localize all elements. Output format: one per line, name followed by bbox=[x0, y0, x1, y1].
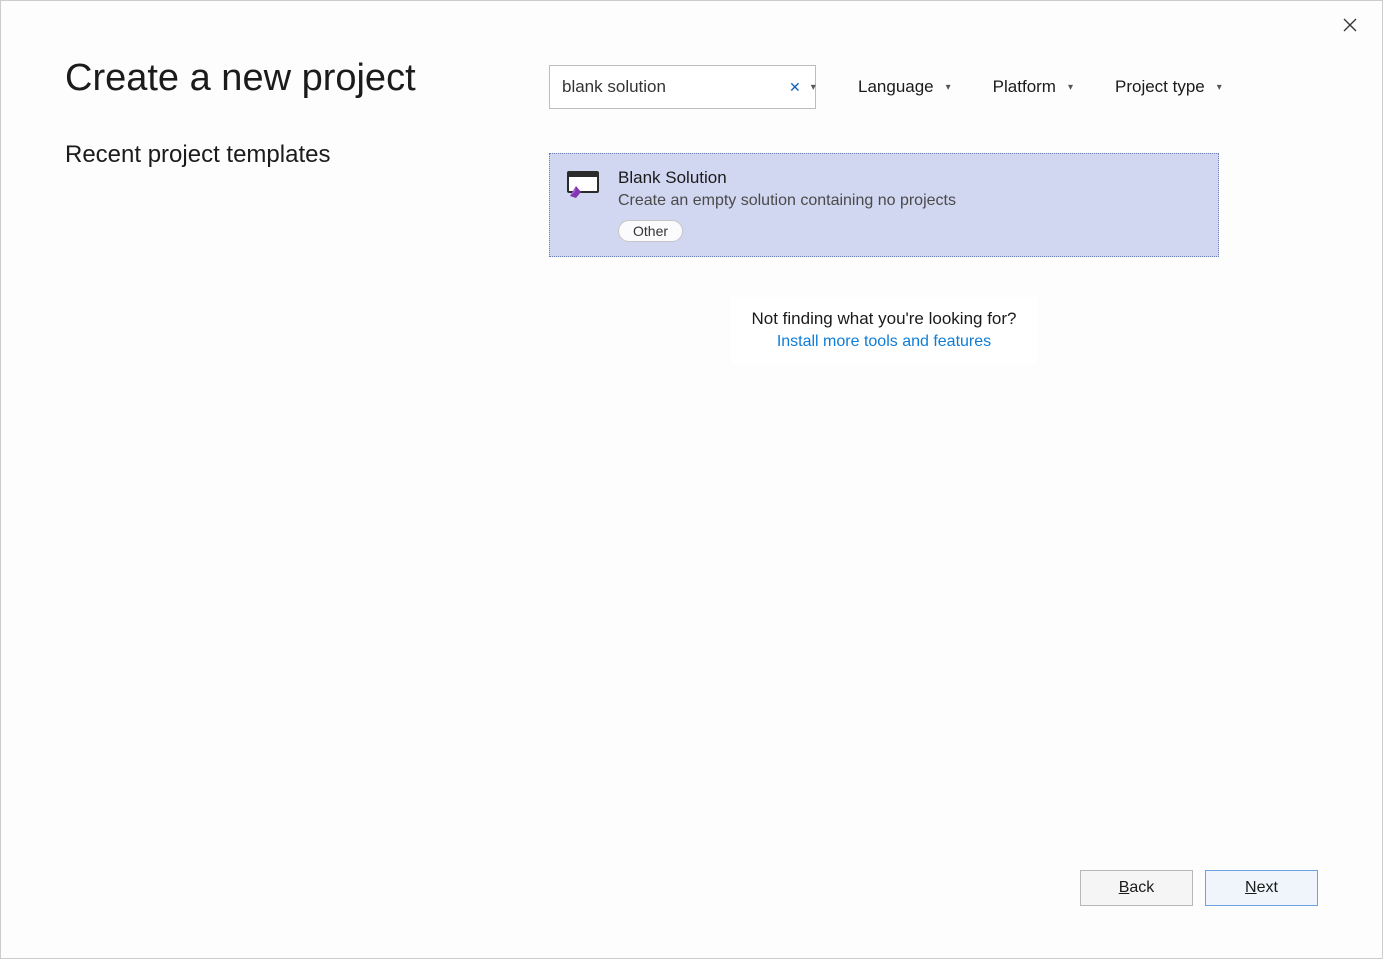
template-body: Blank Solution Create an empty solution … bbox=[618, 168, 1202, 242]
next-button[interactable]: Next bbox=[1205, 870, 1318, 906]
page-title: Create a new project bbox=[65, 57, 416, 100]
template-card-blank-solution[interactable]: Blank Solution Create an empty solution … bbox=[549, 153, 1219, 257]
template-tag: Other bbox=[618, 220, 683, 242]
not-finding-text: Not finding what you're looking for? bbox=[751, 309, 1016, 329]
platform-filter[interactable]: Platform ▾ bbox=[993, 77, 1073, 97]
back-button-label: Back bbox=[1119, 879, 1155, 897]
not-finding-panel: Not finding what you're looking for? Ins… bbox=[731, 297, 1036, 363]
search-filter-row: ✕ ▾ Language ▾ Platform ▾ Project type ▾ bbox=[549, 65, 1222, 109]
search-box[interactable]: ✕ ▾ bbox=[549, 65, 816, 109]
project-type-filter[interactable]: Project type ▾ bbox=[1115, 77, 1222, 97]
chevron-down-icon: ▾ bbox=[946, 82, 951, 93]
back-button[interactable]: Back bbox=[1080, 870, 1193, 906]
filter-group: Language ▾ Platform ▾ Project type ▾ bbox=[858, 77, 1222, 97]
template-description: Create an empty solution containing no p… bbox=[618, 192, 1202, 210]
search-input[interactable] bbox=[562, 77, 783, 97]
project-type-filter-label: Project type bbox=[1115, 77, 1205, 97]
template-title: Blank Solution bbox=[618, 168, 1202, 188]
template-results: Blank Solution Create an empty solution … bbox=[549, 153, 1219, 363]
install-tools-link[interactable]: Install more tools and features bbox=[751, 333, 1016, 351]
language-filter[interactable]: Language ▾ bbox=[858, 77, 951, 97]
clear-search-icon[interactable]: ✕ bbox=[783, 79, 807, 96]
recent-templates-section: Recent project templates bbox=[65, 141, 485, 169]
chevron-down-icon: ▾ bbox=[1068, 82, 1073, 93]
footer-buttons: Back Next bbox=[1080, 870, 1318, 906]
chevron-down-icon: ▾ bbox=[1217, 82, 1222, 93]
platform-filter-label: Platform bbox=[993, 77, 1056, 97]
next-button-label: Next bbox=[1245, 879, 1278, 897]
search-dropdown-icon[interactable]: ▾ bbox=[807, 82, 820, 93]
language-filter-label: Language bbox=[858, 77, 934, 97]
close-icon[interactable] bbox=[1338, 13, 1362, 37]
recent-templates-heading: Recent project templates bbox=[65, 141, 485, 169]
visual-studio-solution-icon bbox=[566, 170, 600, 200]
